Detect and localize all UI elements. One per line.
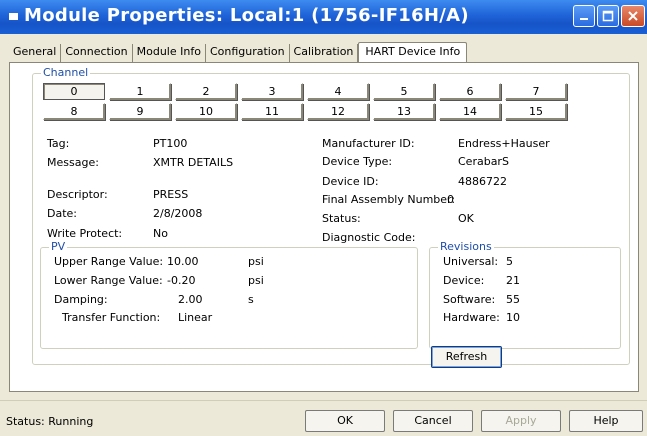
tab-calibration[interactable]: Calibration <box>290 44 359 62</box>
device-revision-label: Device: <box>443 274 485 287</box>
window-title: Module Properties: Local:1 (1756-IF16H/A… <box>24 5 469 26</box>
universal-revision-label: Universal: <box>443 255 499 268</box>
channel-button-0[interactable]: 0 <box>43 83 105 100</box>
lower-range-unit: psi <box>248 274 264 287</box>
device-type-label: Device Type: <box>322 155 393 168</box>
tab-general[interactable]: General <box>9 44 62 62</box>
module-properties-window: Module Properties: Local:1 (1756-IF16H/A… <box>0 0 647 436</box>
hardware-revision-value: 10 <box>506 311 520 324</box>
channel-button-5[interactable]: 5 <box>373 83 435 100</box>
universal-revision-value: 5 <box>506 255 513 268</box>
final-assembly-number-value: 0 <box>447 193 454 206</box>
title-bar[interactable]: Module Properties: Local:1 (1756-IF16H/A… <box>0 0 647 34</box>
upper-range-value: 10.00 <box>167 255 199 268</box>
help-button[interactable]: Help <box>569 410 643 432</box>
pv-group-label: PV <box>49 240 68 253</box>
revisions-group-label: Revisions <box>438 240 494 253</box>
damping-value: 2.00 <box>178 293 203 306</box>
manufacturer-id-label: Manufacturer ID: <box>322 137 415 150</box>
lower-range-value-label: Lower Range Value: <box>54 274 163 287</box>
channel-button-8[interactable]: 8 <box>43 103 105 120</box>
status-bar-text: Status: Running <box>6 415 94 428</box>
minimize-button[interactable] <box>573 5 595 27</box>
transfer-function-label: Transfer Function: <box>62 311 161 324</box>
tab-module-info[interactable]: Module Info <box>133 44 206 62</box>
ok-button[interactable]: OK <box>305 410 385 432</box>
close-button[interactable] <box>621 5 645 27</box>
status-value: OK <box>458 212 474 225</box>
tag-label: Tag: <box>47 137 70 150</box>
software-revision-label: Software: <box>443 293 496 306</box>
manufacturer-id-value: Endress+Hauser <box>458 137 550 150</box>
device-type-value: CerabarS <box>458 155 509 168</box>
channel-group-label: Channel <box>41 66 91 79</box>
transfer-function-value: Linear <box>178 311 213 324</box>
device-id-value: 4886722 <box>458 175 507 188</box>
status-bar: Status: Running OK Cancel Apply Help <box>0 400 647 436</box>
upper-range-unit: psi <box>248 255 264 268</box>
lower-range-value: -0.20 <box>167 274 196 287</box>
channel-button-9[interactable]: 9 <box>109 103 171 120</box>
status-label: Status: <box>322 212 361 225</box>
channel-button-15[interactable]: 15 <box>505 103 567 120</box>
tag-value: PT100 <box>153 137 188 150</box>
channel-button-13[interactable]: 13 <box>373 103 435 120</box>
maximize-icon <box>602 10 614 22</box>
software-revision-value: 55 <box>506 293 520 306</box>
message-value: XMTR DETAILS <box>153 156 234 169</box>
tab-connection[interactable]: Connection <box>61 44 133 62</box>
device-id-label: Device ID: <box>322 175 379 188</box>
upper-range-value-label: Upper Range Value: <box>54 255 164 268</box>
message-label: Message: <box>47 156 99 169</box>
channel-button-1[interactable]: 1 <box>109 83 171 100</box>
channel-button-7[interactable]: 7 <box>505 83 567 100</box>
channel-button-11[interactable]: 11 <box>241 103 303 120</box>
descriptor-value: PRESS <box>153 188 189 201</box>
channel-button-2[interactable]: 2 <box>175 83 237 100</box>
channel-button-6[interactable]: 6 <box>439 83 501 100</box>
tab-configuration[interactable]: Configuration <box>206 44 290 62</box>
write-protect-label: Write Protect: <box>47 227 123 240</box>
refresh-button[interactable]: Refresh <box>431 346 502 368</box>
date-label: Date: <box>47 207 77 220</box>
damping-label: Damping: <box>54 293 108 306</box>
tab-hart-device-info[interactable]: HART Device Info <box>358 42 468 63</box>
channel-button-12[interactable]: 12 <box>307 103 369 120</box>
channel-button-3[interactable]: 3 <box>241 83 303 100</box>
maximize-button[interactable] <box>597 5 619 27</box>
channel-button-10[interactable]: 10 <box>175 103 237 120</box>
damping-unit: s <box>248 293 254 306</box>
tab-strip: General Connection Module Info Configura… <box>9 42 468 63</box>
date-value: 2/8/2008 <box>153 207 203 220</box>
apply-button[interactable]: Apply <box>481 410 561 432</box>
channel-button-14[interactable]: 14 <box>439 103 501 120</box>
device-revision-value: 21 <box>506 274 520 287</box>
tab-panel: Channel 0 1 2 3 4 5 6 7 8 9 10 11 12 13 … <box>9 62 639 392</box>
cancel-button[interactable]: Cancel <box>393 410 473 432</box>
dialog-content: General Connection Module Info Configura… <box>0 34 647 400</box>
write-protect-value: No <box>153 227 168 240</box>
minimize-icon <box>580 18 588 20</box>
hardware-revision-label: Hardware: <box>443 311 500 324</box>
descriptor-label: Descriptor: <box>47 188 108 201</box>
close-icon <box>628 11 638 21</box>
window-icon <box>9 13 18 20</box>
diagnostic-code-label: Diagnostic Code: <box>322 231 416 244</box>
channel-button-4[interactable]: 4 <box>307 83 369 100</box>
final-assembly-number-label: Final Assembly Number: <box>322 193 456 206</box>
